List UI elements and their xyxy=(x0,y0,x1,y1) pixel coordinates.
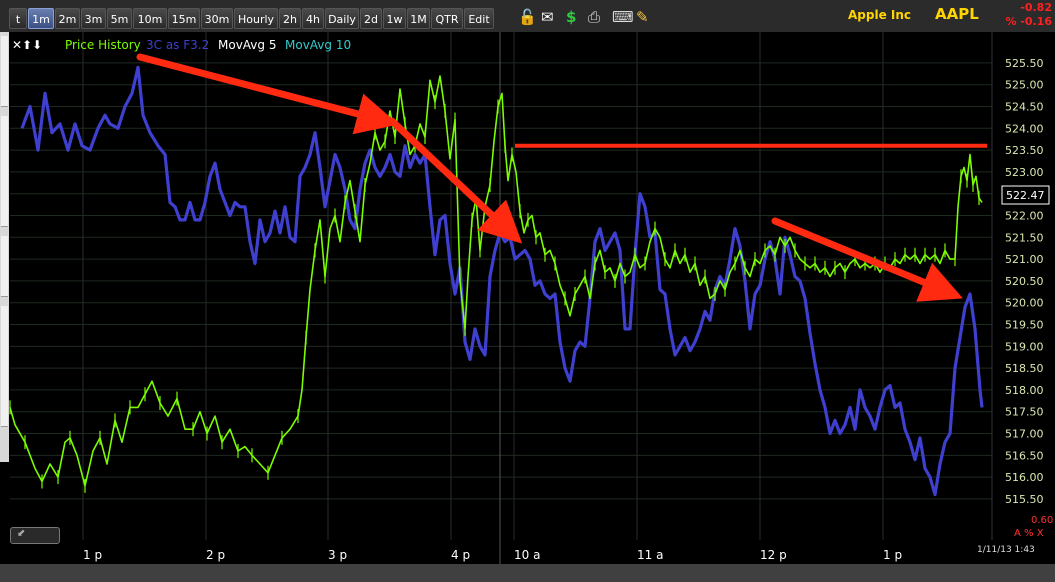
legend-item[interactable]: MovAvg 5 xyxy=(218,38,276,52)
x-tick-label: 3 p xyxy=(328,548,347,562)
y-tick-label: 525.00 xyxy=(1005,79,1044,92)
y-tick-label: 524.50 xyxy=(1005,101,1044,114)
y-tick-label: 521.00 xyxy=(1005,253,1044,266)
scroll-thumb[interactable]: ⬋ xyxy=(10,527,60,544)
y-tick-label: 516.50 xyxy=(1005,449,1044,462)
current-price-label: 522.47 xyxy=(1006,189,1045,202)
y-tick-label: 515.50 xyxy=(1005,493,1044,506)
y-tick-label: 524.00 xyxy=(1005,122,1044,135)
y-tick-label: 519.50 xyxy=(1005,319,1044,332)
price-chart[interactable]: 515.50 516.00 516.50 517.00 517.50 518.00 518.… xyxy=(0,0,1055,582)
x-tick-label: 4 p xyxy=(451,548,470,562)
date-bar xyxy=(0,564,1055,582)
corner-value: 0.60 xyxy=(1031,515,1054,526)
y-tick-label: 518.00 xyxy=(1005,384,1044,397)
x-tick-label: 1 p xyxy=(883,548,902,562)
y-tick-label: 523.50 xyxy=(1005,144,1044,157)
x-tick-label: 10 a xyxy=(514,548,540,562)
timestamp-label: 1/11/13 1:43 xyxy=(977,545,1035,555)
legend-arrows-icon[interactable]: ✕⬆⬇ xyxy=(12,38,42,52)
grip-icon: ⬋ xyxy=(17,528,26,539)
annotation-arrow xyxy=(136,53,399,135)
y-tick-label: 521.50 xyxy=(1005,231,1044,244)
x-tick-label: 12 p xyxy=(760,548,787,562)
x-tick-label: 1 p xyxy=(83,548,102,562)
legend-item[interactable]: 3C as F3.2 xyxy=(146,38,209,52)
y-tick-label: 517.00 xyxy=(1005,428,1044,441)
x-tick-label: 11 a xyxy=(637,548,663,562)
corner-flags[interactable]: A % X xyxy=(1014,528,1044,539)
y-tick-label: 523.00 xyxy=(1005,166,1044,179)
legend-item[interactable]: Price History xyxy=(65,38,141,52)
y-tick-label: 522.00 xyxy=(1005,210,1044,223)
y-tick-label: 518.50 xyxy=(1005,362,1044,375)
y-tick-label: 520.00 xyxy=(1005,297,1044,310)
y-tick-label: 520.50 xyxy=(1005,275,1044,288)
y-tick-label: 516.00 xyxy=(1005,471,1044,484)
y-tick-label: 525.50 xyxy=(1005,57,1044,70)
x-tick-label: 2 p xyxy=(206,548,225,562)
y-tick-label: 519.00 xyxy=(1005,340,1044,353)
legend-item[interactable]: MovAvg 10 xyxy=(285,38,351,52)
y-tick-label: 517.50 xyxy=(1005,406,1044,419)
